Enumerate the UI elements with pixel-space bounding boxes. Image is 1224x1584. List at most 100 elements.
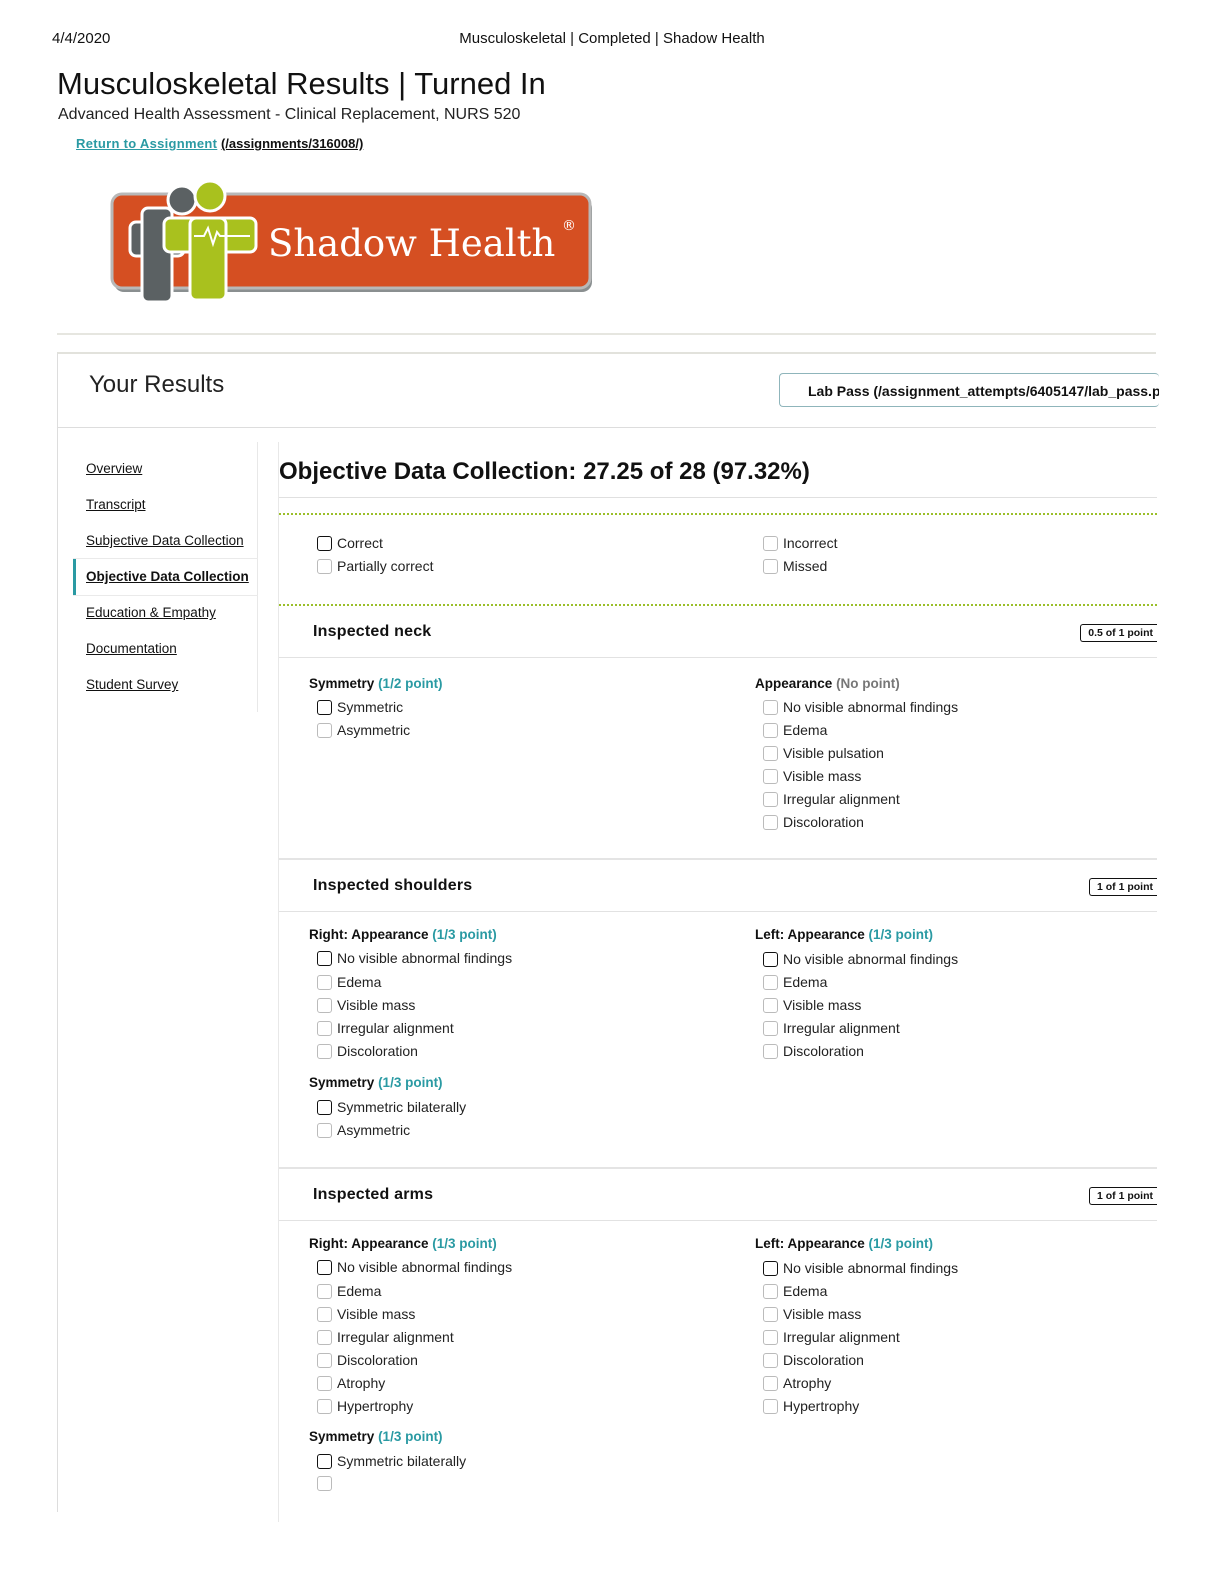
option: Irregular alignment xyxy=(317,1329,454,1345)
card-header: Inspected shoulders 1 of 1 point xyxy=(279,860,1157,912)
card-inspected-neck: Inspected neck 0.5 of 1 point Symmetry (… xyxy=(279,606,1157,860)
option: Symmetric bilaterally xyxy=(317,1099,466,1115)
header-divider xyxy=(57,333,1156,335)
print-title: Musculoskeletal | Completed | Shadow Hea… xyxy=(459,30,765,47)
print-header: 4/4/2020 Musculoskeletal | Completed | S… xyxy=(52,30,1172,50)
option: Visible mass xyxy=(763,768,861,784)
card-header: Inspected arms 1 of 1 point xyxy=(279,1169,1157,1221)
checkbox-icon xyxy=(763,1398,778,1414)
sidebar-item-education[interactable]: Education & Empathy xyxy=(86,605,216,620)
sidebar-item-survey[interactable]: Student Survey xyxy=(86,677,178,692)
results-sidebar: Overview Transcript Subjective Data Coll… xyxy=(58,442,258,712)
results-header: Your Results Lab Pass (/assignment_attem… xyxy=(58,354,1159,428)
checkbox-icon xyxy=(763,974,778,990)
group-title: Symmetry (1/3 point) xyxy=(309,1429,443,1444)
option: Hypertrophy xyxy=(317,1398,413,1414)
checkbox-icon xyxy=(317,1352,332,1368)
logo-text: Shadow Health xyxy=(268,222,555,265)
sidebar-item-transcript[interactable]: Transcript xyxy=(86,497,146,512)
checkbox-icon xyxy=(317,997,332,1013)
option: Discoloration xyxy=(763,1043,864,1059)
checkbox-icon xyxy=(763,951,778,967)
checkbox-icon xyxy=(763,1306,778,1322)
section-title: Objective Data Collection: 27.25 of 28 (… xyxy=(279,458,810,485)
option: Irregular alignment xyxy=(763,1329,900,1345)
checkbox-icon xyxy=(763,997,778,1013)
option: Atrophy xyxy=(317,1375,385,1391)
checkbox-icon xyxy=(317,1122,332,1138)
checkbox-icon xyxy=(317,1375,332,1391)
checkbox-icon xyxy=(763,1260,778,1276)
card-header: Inspected neck 0.5 of 1 point xyxy=(279,606,1157,658)
course-name: Advanced Health Assessment - Clinical Re… xyxy=(58,106,521,123)
option: Hypertrophy xyxy=(763,1398,859,1414)
option xyxy=(317,1476,337,1491)
return-to-assignment-link[interactable]: Return to Assignment (/assignments/31600… xyxy=(76,136,363,151)
option: No visible abnormal findings xyxy=(763,951,958,967)
option: Asymmetric xyxy=(317,1122,410,1138)
legend: Correct Incorrect Partially correct Miss… xyxy=(279,513,1157,606)
lab-pass-button[interactable]: Lab Pass (/assignment_attempts/6405147/l… xyxy=(779,373,1159,407)
checkbox-icon xyxy=(763,1352,778,1368)
checkbox-icon xyxy=(763,768,778,784)
checkbox-icon xyxy=(317,1453,332,1469)
option: Irregular alignment xyxy=(763,1020,900,1036)
option: Symmetric bilaterally xyxy=(317,1453,466,1469)
option: Visible mass xyxy=(763,997,861,1013)
option: Edema xyxy=(763,974,827,990)
legend-partially-correct: Partially correct xyxy=(317,558,433,574)
sidebar-item-overview[interactable]: Overview xyxy=(86,461,142,476)
checkbox-icon xyxy=(317,950,332,966)
group-title: Symmetry (1/3 point) xyxy=(309,1075,443,1090)
sidebar-divider xyxy=(73,558,258,559)
checkbox-icon xyxy=(763,745,778,761)
page-title: Musculoskeletal Results | Turned In xyxy=(57,66,546,101)
legend-correct: Correct xyxy=(317,535,383,551)
option: Edema xyxy=(763,1283,827,1299)
results-main: Objective Data Collection: 27.25 of 28 (… xyxy=(278,442,1157,1522)
checkbox-icon xyxy=(317,535,332,551)
checkbox-icon xyxy=(763,1020,778,1036)
checkbox-icon xyxy=(317,1398,332,1414)
checkbox-icon xyxy=(317,1283,332,1299)
shadow-health-logo: Shadow Health ® xyxy=(110,178,594,306)
sidebar-item-subjective[interactable]: Subjective Data Collection xyxy=(86,533,244,548)
option: No visible abnormal findings xyxy=(763,1260,958,1276)
option: Edema xyxy=(317,974,381,990)
sidebar-active-indicator xyxy=(73,559,76,595)
results-panel: Your Results Lab Pass (/assignment_attem… xyxy=(57,352,1159,1522)
option: Visible pulsation xyxy=(763,745,884,761)
option: Visible mass xyxy=(317,1306,415,1322)
option: Edema xyxy=(763,722,827,738)
sidebar-item-objective[interactable]: Objective Data Collection xyxy=(86,569,249,584)
sidebar-item-documentation[interactable]: Documentation xyxy=(86,641,177,656)
option: Discoloration xyxy=(317,1043,418,1059)
option: Irregular alignment xyxy=(763,791,900,807)
checkbox-icon xyxy=(763,535,778,551)
checkbox-icon xyxy=(763,1283,778,1299)
option: Discoloration xyxy=(763,814,864,830)
checkbox-icon xyxy=(317,699,332,715)
card-title: Inspected shoulders xyxy=(313,877,473,894)
checkbox-icon xyxy=(763,558,778,574)
option: Irregular alignment xyxy=(317,1020,454,1036)
group-title: Right: Appearance (1/3 point) xyxy=(309,927,497,942)
checkbox-icon xyxy=(317,1043,332,1059)
checkbox-icon xyxy=(317,722,332,738)
group-title: Left: Appearance (1/3 point) xyxy=(755,1236,934,1251)
score-badge: 0.5 of 1 point xyxy=(1080,624,1157,642)
checkbox-icon xyxy=(317,1020,332,1036)
option: Visible mass xyxy=(317,997,415,1013)
section-divider xyxy=(279,497,1157,498)
card-title: Inspected arms xyxy=(313,1186,434,1203)
checkbox-icon xyxy=(317,1259,332,1275)
sidebar-divider xyxy=(73,595,258,596)
group-title: Appearance (No point) xyxy=(755,676,900,691)
checkbox-icon xyxy=(317,1099,332,1115)
score-badge: 1 of 1 point xyxy=(1089,1187,1157,1205)
legend-incorrect: Incorrect xyxy=(763,535,837,551)
card-inspected-shoulders: Inspected shoulders 1 of 1 point Right: … xyxy=(279,860,1157,1169)
checkbox-icon xyxy=(317,558,332,574)
checkbox-icon xyxy=(763,814,778,830)
checkbox-icon xyxy=(763,791,778,807)
